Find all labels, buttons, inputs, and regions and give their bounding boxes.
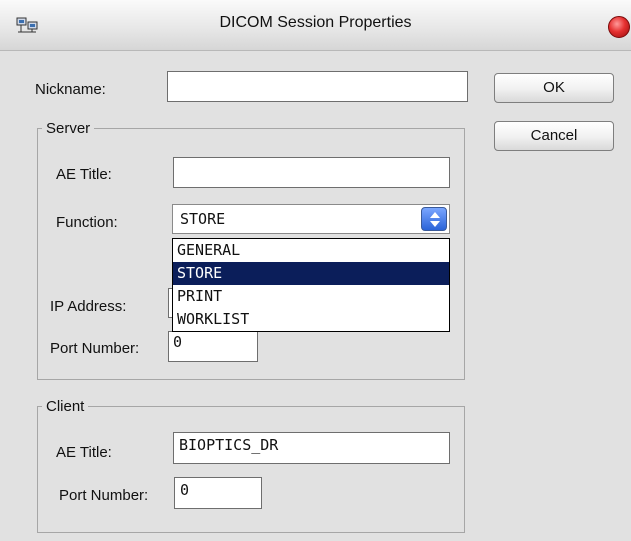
function-option[interactable]: PRINT xyxy=(173,285,449,308)
ok-button[interactable]: OK xyxy=(494,73,614,103)
title-bar[interactable]: DICOM Session Properties xyxy=(0,0,631,51)
function-option[interactable]: GENERAL xyxy=(173,239,449,262)
client-ae-title-input[interactable]: BIOPTICS_DR xyxy=(173,432,450,464)
function-option[interactable]: WORKLIST xyxy=(173,308,449,331)
function-dropdown-list: GENERAL STORE PRINT WORKLIST xyxy=(172,238,450,332)
server-ae-title-input[interactable] xyxy=(173,157,450,188)
cancel-button[interactable]: Cancel xyxy=(494,121,614,151)
client-port-number-input[interactable]: 0 xyxy=(174,477,262,509)
server-port-number-input[interactable]: 0 xyxy=(168,331,258,362)
client-group: Client xyxy=(37,398,465,533)
server-ae-title-label: AE Title: xyxy=(56,166,112,183)
server-port-number-label: Port Number: xyxy=(50,340,140,357)
nickname-input[interactable] xyxy=(167,71,468,102)
ip-address-label: IP Address: xyxy=(50,298,127,315)
client-ae-title-label: AE Title: xyxy=(56,444,112,461)
function-option-selected[interactable]: STORE xyxy=(173,262,449,285)
function-selected-value: STORE xyxy=(180,210,226,228)
client-group-legend: Client xyxy=(46,398,85,415)
chevron-up-down-icon[interactable] xyxy=(421,207,447,231)
server-group-legend: Server xyxy=(46,120,91,137)
dialog-window: DICOM Session Properties Nickname: OK Ca… xyxy=(0,0,631,541)
nickname-label: Nickname: xyxy=(35,81,106,98)
close-icon[interactable] xyxy=(608,16,630,38)
function-select[interactable]: STORE xyxy=(172,204,450,234)
client-port-number-label: Port Number: xyxy=(59,487,149,504)
function-label: Function: xyxy=(56,214,118,231)
window-title: DICOM Session Properties xyxy=(219,14,412,31)
